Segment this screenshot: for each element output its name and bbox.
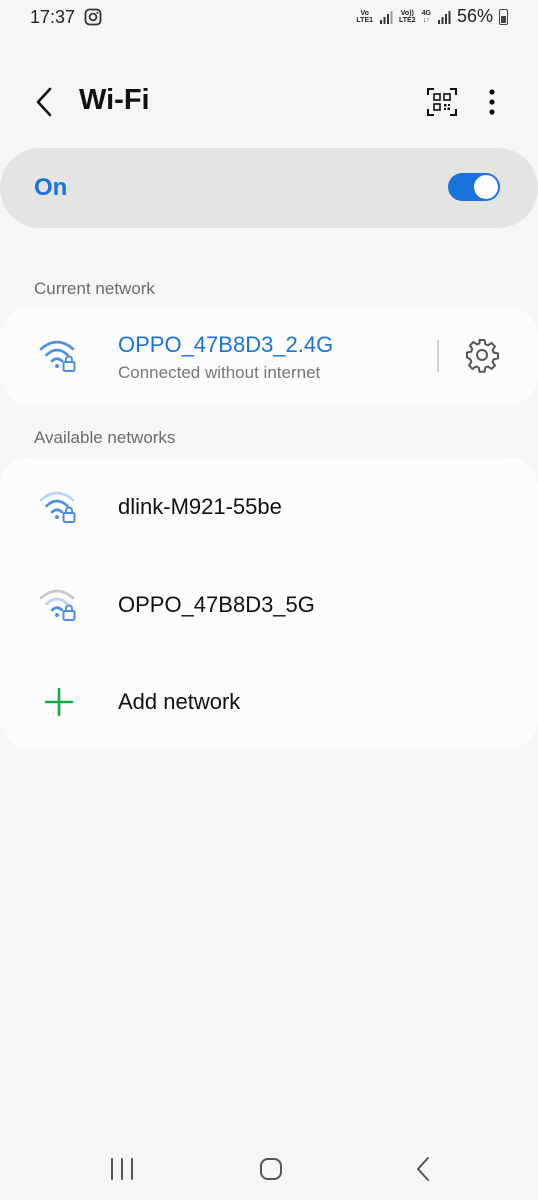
status-bar: 17:37 Vo LTE1 Vo)) LTE2 4G ↓↑ 56%	[0, 0, 538, 36]
divider	[437, 340, 439, 372]
battery-percent: 56%	[456, 6, 493, 26]
status-time: 17:37	[30, 7, 76, 27]
battery-icon	[499, 8, 508, 25]
current-network-header: Current network	[34, 279, 155, 298]
status-icons: Vo LTE1 Vo)) LTE2 4G ↓↑ 56%	[356, 6, 508, 27]
wifi-locked-icon	[39, 340, 76, 372]
more-options-icon[interactable]	[478, 84, 506, 120]
wifi-locked-icon	[39, 491, 76, 523]
current-network-card: OPPO_47B8D3_2.4G Connected without inter…	[0, 307, 538, 405]
instagram-icon	[84, 8, 102, 26]
home-icon[interactable]	[258, 1156, 284, 1182]
page-title: Wi-Fi	[79, 84, 150, 116]
current-network-row[interactable]: OPPO_47B8D3_2.4G Connected without inter…	[0, 307, 538, 405]
add-network-label: Add network	[118, 689, 241, 714]
sim2-label: Vo)) LTE2	[399, 9, 416, 24]
qr-code-icon[interactable]	[426, 86, 458, 118]
network-type: 4G ↓↑	[421, 9, 431, 24]
back-icon[interactable]	[28, 82, 62, 122]
app-header: Wi-Fi	[0, 70, 538, 134]
current-network-status: Connected without internet	[118, 363, 321, 382]
add-network-row[interactable]: Add network	[0, 653, 538, 751]
signal-icon	[380, 10, 393, 24]
wifi-toggle-label: On	[34, 174, 68, 201]
sim1-label: Vo LTE1	[356, 9, 374, 24]
wifi-toggle-card[interactable]: On	[0, 148, 538, 228]
wifi-locked-icon	[39, 589, 76, 621]
nav-back-icon[interactable]	[412, 1155, 434, 1183]
recent-apps-icon[interactable]	[108, 1157, 136, 1181]
network-row[interactable]: dlink-M921-55be	[0, 457, 538, 555]
available-networks-header: Available networks	[34, 428, 176, 447]
plus-icon	[44, 687, 74, 717]
network-name: dlink-M921-55be	[118, 494, 282, 519]
current-network-name: OPPO_47B8D3_2.4G	[118, 332, 334, 357]
signal-icon	[437, 10, 451, 24]
switch-knob	[474, 175, 498, 199]
wifi-switch[interactable]	[448, 173, 500, 201]
network-row[interactable]: OPPO_47B8D3_5G	[0, 555, 538, 653]
available-networks-card: dlink-M921-55be OPPO_47B8D3_5G Add netwo…	[0, 457, 538, 749]
gear-icon[interactable]	[463, 336, 501, 374]
network-name: OPPO_47B8D3_5G	[118, 592, 315, 617]
navigation-bar	[0, 1140, 538, 1200]
